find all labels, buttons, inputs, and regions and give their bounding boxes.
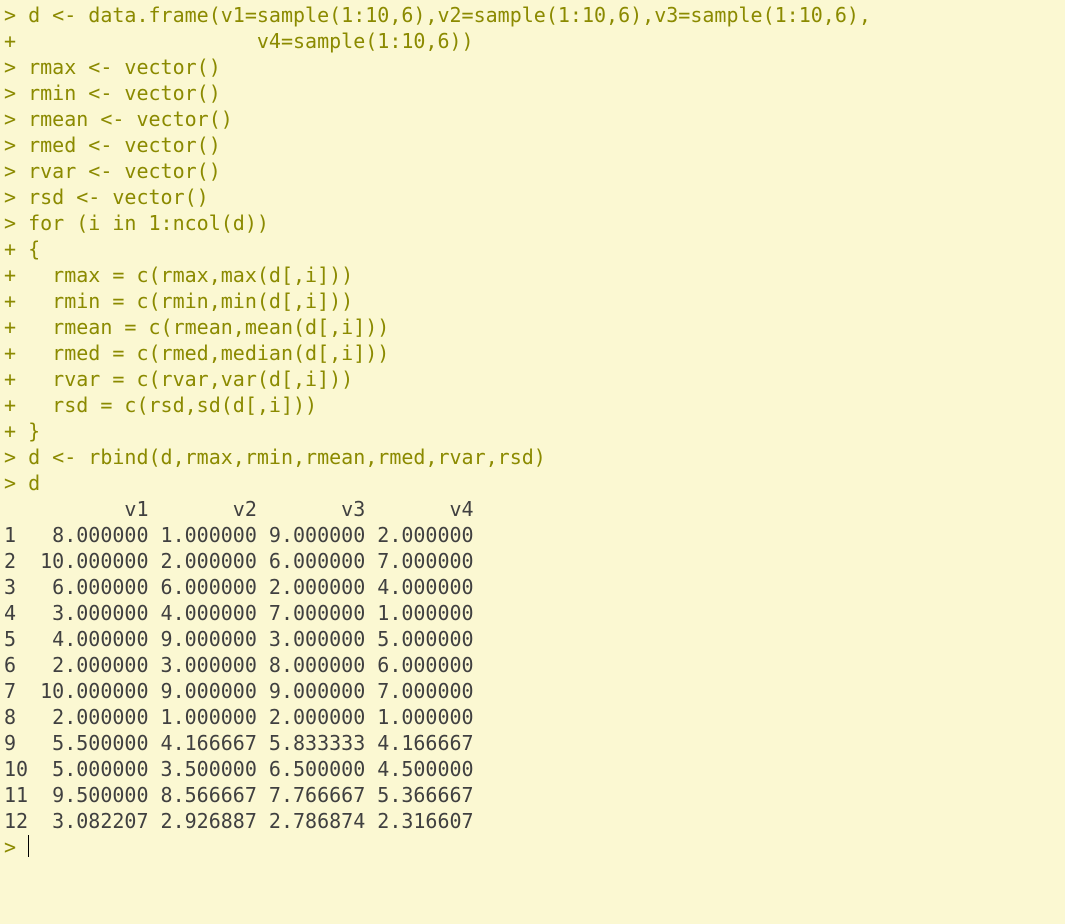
console-input-line: > rmean <- vector() [4,106,1061,132]
console-output-line: 7 10.000000 9.000000 9.000000 7.000000 [4,678,1061,704]
console-input-line: > rmin <- vector() [4,80,1061,106]
console-input-line: > d [4,470,1061,496]
console-input-line: > rmax <- vector() [4,54,1061,80]
console-input-line: > rsd <- vector() [4,184,1061,210]
console-output-line: 11 9.500000 8.566667 7.766667 5.366667 [4,782,1061,808]
console-output-line: 10 5.000000 3.500000 6.500000 4.500000 [4,756,1061,782]
r-console[interactable]: > d <- data.frame(v1=sample(1:10,6),v2=s… [0,0,1065,862]
console-input-line: + } [4,418,1061,444]
console-output-line: 1 8.000000 1.000000 9.000000 2.000000 [4,522,1061,548]
console-output-line: 5 4.000000 9.000000 3.000000 5.000000 [4,626,1061,652]
console-output-line: 9 5.500000 4.166667 5.833333 4.166667 [4,730,1061,756]
console-output-line: 3 6.000000 6.000000 2.000000 4.000000 [4,574,1061,600]
console-output-line: 4 3.000000 4.000000 7.000000 1.000000 [4,600,1061,626]
console-input-line: > rmed <- vector() [4,132,1061,158]
console-output-line: 12 3.082207 2.926887 2.786874 2.316607 [4,808,1061,834]
console-input-line: + rmax = c(rmax,max(d[,i])) [4,262,1061,288]
console-input-line: + v4=sample(1:10,6)) [4,28,1061,54]
console-input-line: > for (i in 1:ncol(d)) [4,210,1061,236]
console-input-line: + rsd = c(rsd,sd(d[,i])) [4,392,1061,418]
prompt-text: > [4,835,28,859]
console-input-line: + rmed = c(rmed,median(d[,i])) [4,340,1061,366]
console-output-line: 8 2.000000 1.000000 2.000000 1.000000 [4,704,1061,730]
console-output-line: 6 2.000000 3.000000 8.000000 6.000000 [4,652,1061,678]
console-output-line: 2 10.000000 2.000000 6.000000 7.000000 [4,548,1061,574]
console-prompt[interactable]: > [4,834,1061,860]
console-input-line: + rvar = c(rvar,var(d[,i])) [4,366,1061,392]
console-input-line: > d <- rbind(d,rmax,rmin,rmean,rmed,rvar… [4,444,1061,470]
console-input-line: + rmin = c(rmin,min(d[,i])) [4,288,1061,314]
console-input-line: + rmean = c(rmean,mean(d[,i])) [4,314,1061,340]
console-input-line: > d <- data.frame(v1=sample(1:10,6),v2=s… [4,2,1061,28]
console-input-line: + { [4,236,1061,262]
console-output-line: v1 v2 v3 v4 [4,496,1061,522]
text-cursor [28,835,29,857]
console-input-line: > rvar <- vector() [4,158,1061,184]
